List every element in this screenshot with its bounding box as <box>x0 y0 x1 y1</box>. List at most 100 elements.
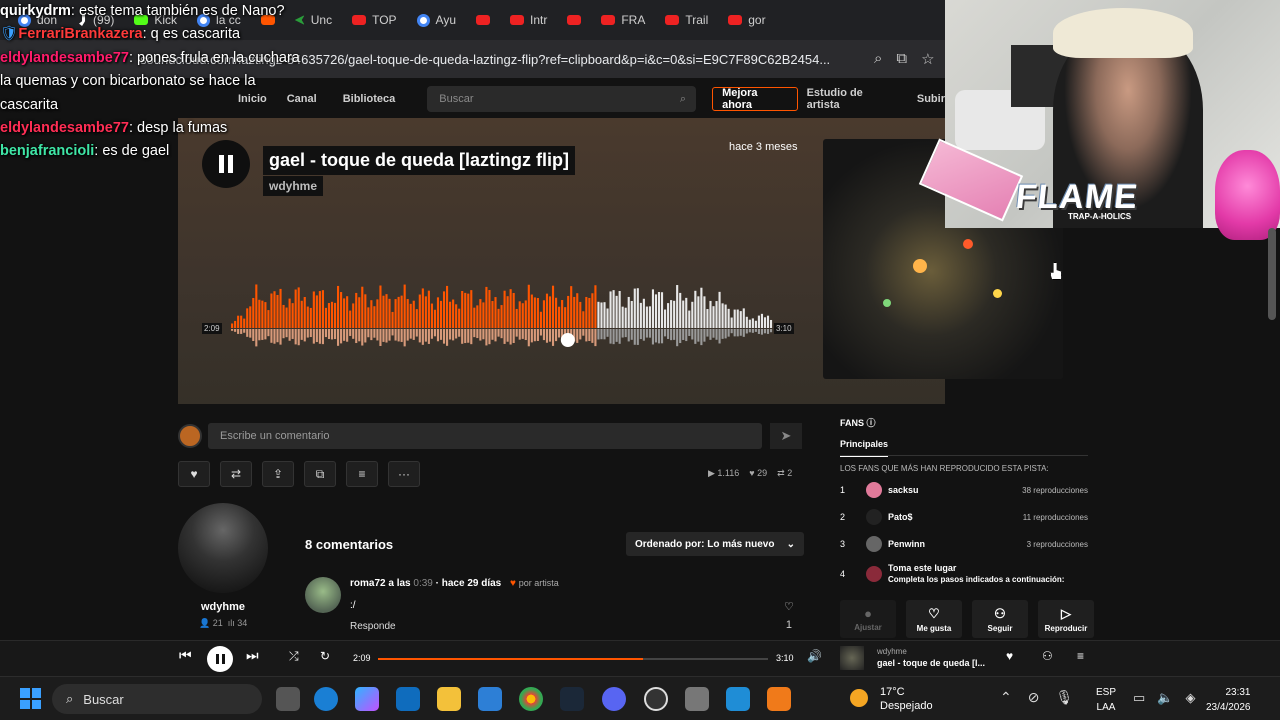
browser-tab[interactable]: FRA <box>593 6 653 34</box>
next-icon[interactable]: ⏭ <box>246 647 259 664</box>
repeat-icon[interactable]: ↻ <box>320 649 330 663</box>
browser-tab[interactable]: Ayu <box>409 6 464 34</box>
chat-message: quirkydrm: este tema también es de Nano? <box>0 3 285 19</box>
like-button[interactable]: ♥ <box>178 461 210 487</box>
reply-button[interactable]: Responde <box>350 621 396 632</box>
fan-row[interactable]: 2 Pato$ 11 reproducciones <box>840 507 1088 527</box>
upload-link[interactable]: Subir <box>917 93 945 105</box>
fl-studio-icon[interactable] <box>767 687 791 711</box>
edge-icon[interactable] <box>314 687 338 711</box>
uploader-avatar[interactable] <box>178 503 268 593</box>
weather-widget[interactable]: 17°C Despejado <box>850 685 933 713</box>
page-scrollbar[interactable] <box>1268 228 1276 320</box>
language-indicator[interactable]: ESP LAA <box>1096 685 1116 715</box>
browser-tab[interactable]: TOP <box>344 6 404 34</box>
search-icon[interactable]: ⌕ <box>680 93 686 106</box>
nav-library[interactable]: Biblioteca <box>343 93 396 105</box>
outlook-icon[interactable] <box>396 687 420 711</box>
browser-tab[interactable]: Intr <box>502 6 555 34</box>
previous-icon[interactable]: ⏮ <box>179 647 192 664</box>
chevron-up-icon[interactable]: ⌃ <box>1000 689 1012 706</box>
waveform[interactable] <box>228 278 773 358</box>
ccleaner-icon[interactable] <box>726 687 750 711</box>
waveform-reflection <box>648 329 651 338</box>
browser-tab[interactable] <box>468 6 498 34</box>
browser-tab[interactable]: Trail <box>657 6 716 34</box>
fan-like-button[interactable]: ♡ Me gusta <box>906 600 962 638</box>
chat-message: benjafrancioli: es de gael <box>0 143 170 160</box>
waveform-reflection <box>600 329 603 340</box>
heart-icon[interactable]: ♥ <box>1006 649 1013 663</box>
browser-tab[interactable] <box>559 6 589 34</box>
player-track-info[interactable]: wdyhme gael - toque de queda [l... <box>877 647 985 668</box>
add-to-playlist-button[interactable]: ≡ <box>346 461 378 487</box>
player-pause-button[interactable] <box>207 646 233 672</box>
system-clock[interactable]: 23:31 23/4/2026 <box>1206 685 1251 715</box>
artist-studio-link[interactable]: Estudio de artista <box>807 87 895 111</box>
sort-dropdown[interactable]: Ordenado por: Lo más nuevo ⌄ <box>626 532 804 556</box>
comment-like[interactable]: ♡ 1 <box>784 600 794 631</box>
speaker-icon[interactable]: 🔈 <box>1157 690 1173 706</box>
send-icon[interactable]: ➤ <box>770 423 802 449</box>
steam-icon[interactable] <box>560 687 584 711</box>
waveform-reflection <box>234 329 237 332</box>
display-icon[interactable]: ▭ <box>1133 690 1145 706</box>
copy-link-button[interactable]: ⧉ <box>304 461 336 487</box>
search-input[interactable]: Buscar ⌕ <box>427 86 697 112</box>
waveform-reflection <box>500 329 503 339</box>
google-icon <box>416 13 430 27</box>
settings-gear-icon[interactable] <box>685 687 709 711</box>
volume-icon[interactable]: 🔊 <box>807 649 822 663</box>
file-explorer-icon[interactable] <box>437 687 461 711</box>
waveform-reflection <box>730 329 733 334</box>
queue-icon[interactable]: ≡ <box>1077 649 1084 663</box>
browser-tab[interactable]: gor <box>720 6 773 34</box>
player-thumbnail[interactable] <box>840 646 864 670</box>
waveform-comment-marker[interactable] <box>560 333 575 347</box>
store-icon[interactable] <box>478 687 502 711</box>
upgrade-button[interactable]: Mejora ahora <box>712 87 798 111</box>
waveform-bar <box>234 320 237 328</box>
waveform-svg[interactable] <box>228 278 773 358</box>
zoom-icon[interactable]: ⌕ <box>874 50 882 68</box>
taskbar-search[interactable]: ⌕ Buscar <box>52 684 262 714</box>
info-icon[interactable]: ⓘ <box>867 418 876 428</box>
discord-icon[interactable] <box>602 687 626 711</box>
sign-button[interactable]: ● Ajustar <box>840 600 896 638</box>
play-button[interactable]: ▷ Reproducir <box>1038 600 1094 638</box>
uploader-name[interactable]: wdyhme <box>178 601 268 613</box>
waveform-bar <box>303 297 306 328</box>
waveform-reflection <box>406 329 409 341</box>
fan-row[interactable]: 1 sacksu 38 reproducciones <box>840 480 1088 500</box>
tray-app-icon[interactable]: ⊘ <box>1028 689 1040 706</box>
network-icon[interactable]: ◈ <box>1185 690 1195 706</box>
copilot-icon[interactable] <box>355 687 379 711</box>
waveform-reflection <box>651 329 655 345</box>
more-button[interactable]: ··· <box>388 461 420 487</box>
waveform-bar <box>654 294 658 328</box>
follow-button[interactable]: ⚇ Seguir <box>972 600 1028 638</box>
waveform-reflection <box>769 329 773 333</box>
comment-input[interactable]: Escribe un comentario <box>208 423 762 449</box>
fan-row[interactable]: 3 Penwinn 3 reproducciones <box>840 534 1088 554</box>
waveform-reflection <box>685 329 688 342</box>
cast-icon[interactable]: ⧉ <box>896 50 907 68</box>
comment-avatar[interactable] <box>305 577 341 613</box>
waveform-reflection <box>751 329 754 333</box>
waveform-bar <box>573 296 576 328</box>
windows-start-icon[interactable] <box>20 688 41 709</box>
microphone-icon[interactable]: 🎙 <box>1055 689 1073 706</box>
repost-button[interactable]: ⇄ <box>220 461 252 487</box>
heart-outline-icon[interactable]: ♡ <box>784 600 794 613</box>
bookmark-star-icon[interactable]: ☆ <box>921 50 934 68</box>
track-artist[interactable]: wdyhme <box>263 176 324 196</box>
follow-user-icon[interactable]: ⚇ <box>1042 649 1053 663</box>
task-view-icon[interactable] <box>276 687 300 711</box>
shuffle-icon[interactable]: ⤮ <box>289 649 299 664</box>
chrome-icon[interactable] <box>519 687 543 711</box>
share-button[interactable]: ⇪ <box>262 461 294 487</box>
obs-icon[interactable] <box>644 687 668 711</box>
badge-icon: 🛡 <box>0 26 19 43</box>
progress-bar[interactable] <box>378 658 768 660</box>
waveform-reflection <box>485 329 488 346</box>
